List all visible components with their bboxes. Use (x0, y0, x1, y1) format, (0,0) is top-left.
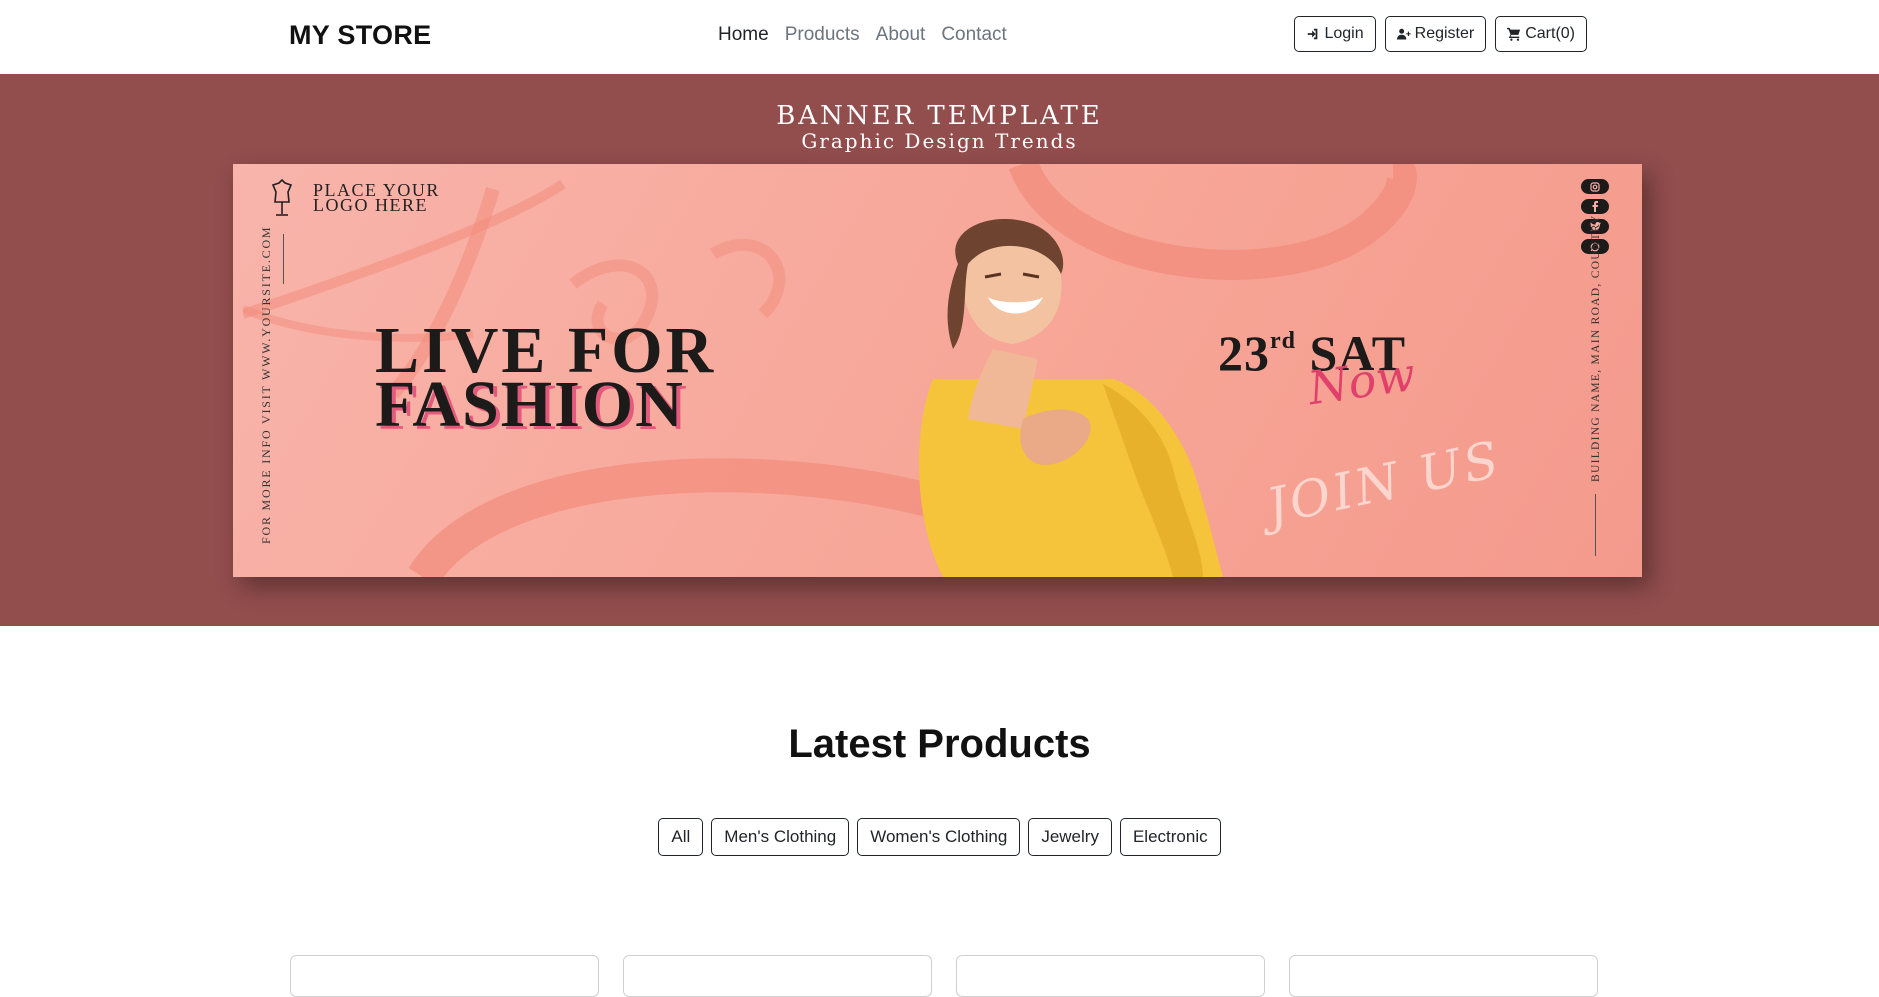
logo-text: PLACE YOUR LOGO HERE (313, 181, 488, 215)
divider-line-left (283, 234, 284, 284)
product-cards (290, 955, 1598, 997)
brand-logo[interactable]: MY STORE (289, 20, 431, 51)
register-label: Register (1414, 25, 1475, 42)
nav-links: Home Products About Contact (718, 24, 1007, 46)
filter-womens-clothing-button[interactable]: Women's Clothing (857, 818, 1021, 856)
date-number: 23 (1218, 325, 1270, 381)
cart-icon (1507, 27, 1521, 41)
product-card[interactable] (956, 955, 1265, 997)
facebook-icon (1581, 199, 1609, 214)
login-button[interactable]: Login (1294, 16, 1376, 52)
hero-subtitle: Graphic Design Trends (801, 129, 1078, 153)
divider-line-right (1595, 494, 1596, 556)
hero-heading: BANNER TEMPLATE Graphic Design Trends (0, 102, 1879, 152)
address-vertical-text: BUILDING NAME, MAIN ROAD, COUNTRY (1590, 214, 1602, 482)
product-card[interactable] (1289, 955, 1598, 997)
register-button[interactable]: Register (1384, 16, 1487, 52)
user-plus-icon (1396, 28, 1411, 40)
model-photo (919, 219, 1223, 577)
filter-electronic-button[interactable]: Electronic (1119, 818, 1221, 856)
logo-placeholder: PLACE YOUR LOGO HERE (269, 178, 488, 218)
filter-jewelry-button[interactable]: Jewelry (1028, 818, 1112, 856)
nav-link-products[interactable]: Products (785, 24, 860, 46)
mannequin-icon (271, 178, 293, 216)
latest-products-heading: Latest Products (788, 722, 1091, 766)
website-vertical-text: FOR MORE INFO VISIT WWW.YOURSITE.COM (259, 225, 273, 544)
product-card[interactable] (290, 955, 599, 997)
banner-headline: LIVE FOR FASHION (375, 318, 716, 441)
logo-text-line2: LOGO HERE (313, 195, 428, 215)
nav-link-contact[interactable]: Contact (941, 24, 1006, 46)
category-filters: All Men's Clothing Women's Clothing Jewe… (0, 818, 1879, 856)
hero-section: BANNER TEMPLATE Graphic Design Trends PL… (0, 74, 1879, 626)
cart-button[interactable]: Cart(0) (1495, 16, 1587, 52)
nav-link-about[interactable]: About (876, 24, 926, 46)
navbar: MY STORE Home Products About Contact Log… (0, 0, 1879, 74)
filter-all-button[interactable]: All (658, 818, 704, 856)
filter-mens-clothing-button[interactable]: Men's Clothing (711, 818, 850, 856)
date-suffix: rd (1270, 328, 1296, 354)
nav-buttons: Login Register Cart(0) (1294, 16, 1587, 52)
nav-link-home[interactable]: Home (718, 24, 769, 46)
product-card[interactable] (623, 955, 932, 997)
cart-label: Cart(0) (1525, 25, 1575, 42)
hero-title: BANNER TEMPLATE (776, 101, 1103, 131)
instagram-icon (1581, 179, 1609, 194)
fashion-banner: PLACE YOUR LOGO HERE FOR MORE INFO VISIT… (233, 164, 1642, 577)
login-label: Login (1324, 25, 1364, 42)
sign-in-icon (1308, 28, 1318, 40)
headline-line2: FASHION (375, 368, 685, 441)
